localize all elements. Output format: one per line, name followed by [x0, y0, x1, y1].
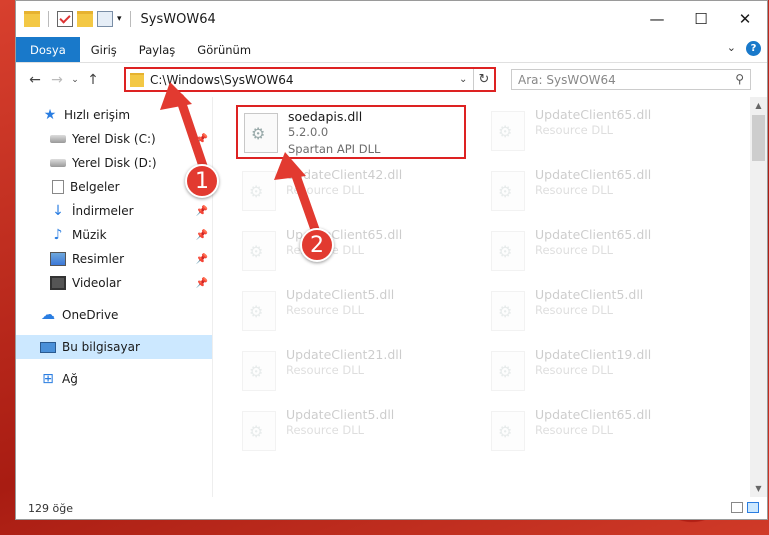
- arrow-1: [160, 82, 210, 177]
- step-1-badge: 1: [185, 164, 219, 198]
- step-2-badge: 2: [300, 228, 334, 262]
- arrow-2: [274, 152, 323, 243]
- annotation-arrows: [160, 82, 323, 243]
